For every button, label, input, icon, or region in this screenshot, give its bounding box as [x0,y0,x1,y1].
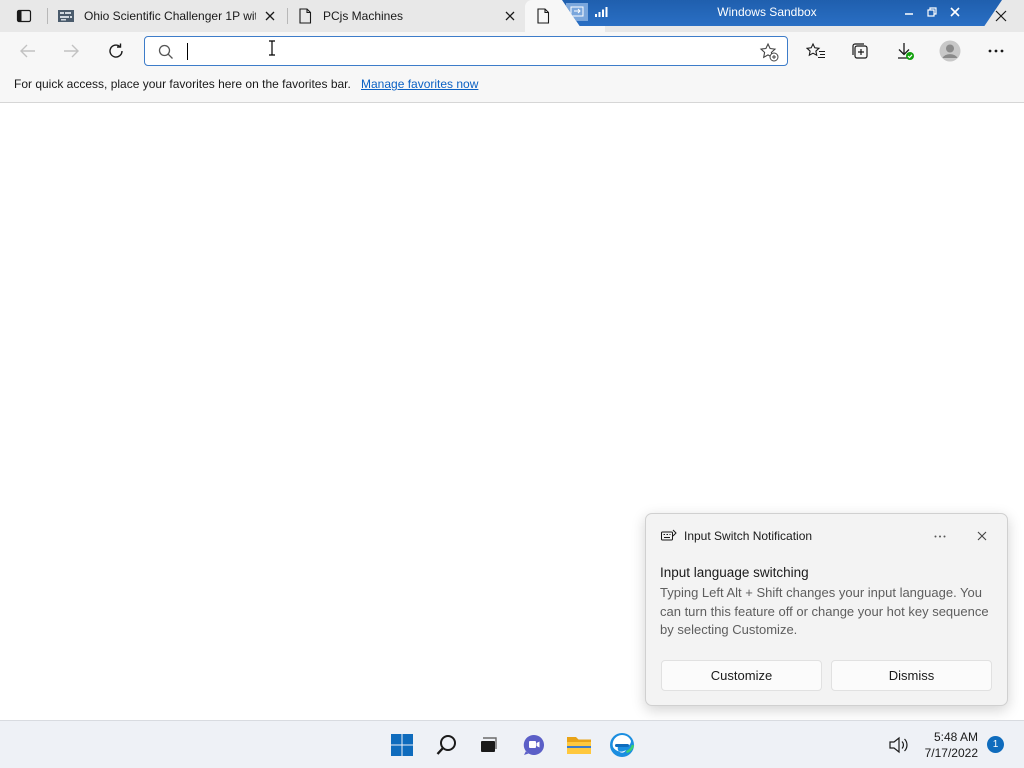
clock-time: 5:48 AM [933,730,978,744]
tab-close-button[interactable] [262,8,278,24]
close-icon [995,10,1007,22]
search-icon [436,735,456,755]
search-button[interactable] [431,729,463,761]
page-icon [298,8,312,27]
tab-separator [47,8,48,24]
osi-favicon-icon [58,9,74,26]
taskbar: 5:48 AM 7/17/2022 [0,720,1024,768]
notification-heading: Input language switching [660,565,809,580]
back-arrow-icon [20,44,35,58]
tab-pcjs-machines[interactable]: PCjs Machines [292,0,524,32]
profile-button[interactable] [936,37,964,65]
close-icon [505,11,515,21]
manage-favorites-link[interactable]: Manage favorites now [361,77,478,91]
favorites-icon [806,42,825,59]
downloads-icon [898,43,914,60]
tab-actions-button[interactable] [8,4,40,28]
tab-close-button[interactable] [502,8,518,24]
notification-count-badge[interactable]: 1 [987,736,1004,753]
favorites-bar-message: For quick access, place your favorites h… [14,77,351,91]
notification-more-button[interactable] [928,525,952,547]
text-caret [187,43,188,60]
window-close-button[interactable] [985,4,1017,28]
notification-body: Typing Left Alt + Shift changes your inp… [660,585,989,637]
tab-ohio-scientific[interactable]: Ohio Scientific Challenger 1P wit [52,0,284,32]
input-switch-notification: Input Switch Notification Input language… [645,513,1008,706]
more-dots-icon [934,535,946,537]
close-icon [265,11,275,21]
close-icon [977,531,987,541]
teams-chat-button[interactable] [518,729,550,761]
favorites-button[interactable] [802,37,830,65]
settings-more-button[interactable] [982,37,1010,65]
refresh-icon [109,43,123,58]
notification-app-name: Input Switch Notification [684,529,813,543]
notification-close-button[interactable] [970,525,994,547]
sandbox-restore-button[interactable] [922,2,942,22]
tab-title: PCjs Machines [323,9,404,23]
more-dots-icon [988,49,1004,53]
forward-arrow-icon [64,44,79,58]
text-cursor-icon [269,40,275,56]
sandbox-minimize-button[interactable] [899,2,919,22]
volume-icon[interactable] [888,735,910,755]
keyboard-language-icon [661,529,677,541]
system-clock[interactable]: 5:48 AM 7/17/2022 [910,730,978,761]
file-explorer-icon [567,737,591,754]
avatar-icon [939,40,961,62]
refresh-button[interactable] [102,37,130,65]
tab-actions-icon [16,9,32,23]
file-explorer-button[interactable] [563,729,595,761]
teams-chat-icon [523,734,544,755]
task-view-button[interactable] [472,729,504,761]
minimize-icon [905,13,913,15]
search-icon [158,44,173,59]
collections-button[interactable] [846,37,874,65]
add-favorite-icon[interactable] [759,42,779,62]
dismiss-button[interactable]: Dismiss [831,660,992,691]
task-view-icon [481,737,497,752]
start-icon [391,734,413,756]
sandbox-close-button[interactable] [945,2,965,22]
restore-icon [927,7,937,17]
back-button[interactable] [14,37,42,65]
collections-icon [852,43,868,59]
favorites-bar: For quick access, place your favorites h… [0,70,1024,103]
downloads-button[interactable] [891,37,919,65]
sandbox-connection-bar: Windows Sandbox [562,0,1002,26]
customize-button[interactable]: Customize [661,660,822,691]
forward-button[interactable] [57,37,85,65]
browser-toolbar [0,32,1024,70]
address-bar[interactable] [144,36,788,66]
clock-date: 7/17/2022 [924,745,978,760]
page-icon [536,8,550,27]
tab-title: Ohio Scientific Challenger 1P wit [84,9,256,23]
active-app-indicator [615,744,629,747]
tab-strip: Ohio Scientific Challenger 1P wit PCjs M… [0,0,1024,32]
close-icon [950,7,960,17]
tab-separator [287,8,288,24]
start-button[interactable] [386,729,418,761]
